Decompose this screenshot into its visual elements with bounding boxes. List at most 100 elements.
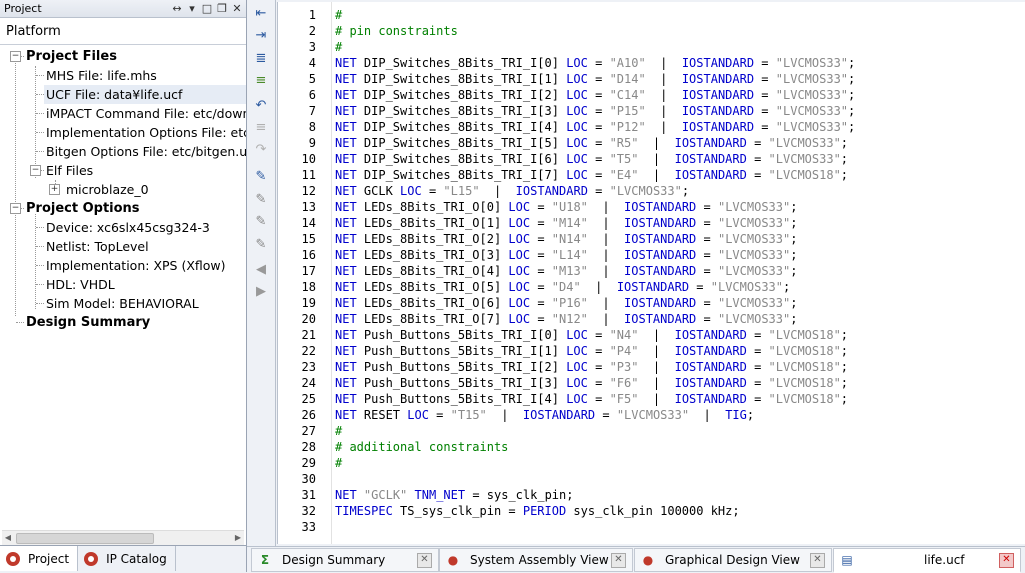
tab-project[interactable]: Project: [0, 546, 79, 571]
line-number: 19: [301, 296, 316, 310]
maximize-icon[interactable]: □: [201, 2, 213, 15]
line-text: NET DIP_Switches_8Bits_TRI_I[5] LOC = "R…: [335, 136, 849, 150]
line-number: 17: [301, 264, 316, 278]
line-number: 16: [301, 248, 316, 262]
line-text: # pin constraints: [335, 24, 458, 38]
line-text: #: [335, 456, 343, 470]
scroll-left-icon[interactable]: ◀: [2, 531, 14, 545]
line-number: 20: [301, 312, 316, 326]
bookmark-clear-icon[interactable]: ✎: [252, 235, 270, 253]
line-number: 13: [301, 200, 316, 214]
line-number: 18: [301, 280, 316, 294]
line-number: 2: [308, 24, 316, 38]
expand-microblaze-icon[interactable]: +: [49, 184, 60, 195]
tree-item-sim-model[interactable]: Sim Model: BEHAVIORAL: [46, 294, 199, 313]
line-text: NET Push_Buttons_5Bits_TRI_I[0] LOC = "N…: [335, 328, 849, 342]
tree-item-implementation[interactable]: Implementation: XPS (Xflow): [46, 256, 226, 275]
line-text: NET Push_Buttons_5Bits_TRI_I[3] LOC = "F…: [335, 376, 849, 390]
redo-icon[interactable]: ↷: [252, 140, 270, 158]
tab-system-assembly-view[interactable]: ● System Assembly View ✕: [439, 548, 633, 572]
tree-item-netlist[interactable]: Netlist: TopLevel: [46, 237, 149, 256]
line-number: 29: [301, 456, 316, 470]
project-panel: Project ↔ ▾ □ ❐ ✕ Platform − − + − Proje…: [0, 0, 247, 572]
line-number: 14: [301, 216, 316, 230]
close-tab-icon[interactable]: ✕: [999, 552, 1014, 568]
forward-icon[interactable]: ▶: [252, 282, 270, 300]
line-number: 27: [301, 424, 316, 438]
line-number: 5: [308, 72, 316, 86]
undo-icon[interactable]: ↶: [252, 96, 270, 114]
system-assembly-icon: ●: [447, 553, 459, 567]
line-text: NET LEDs_8Bits_TRI_O[7] LOC = "N12" | IO…: [335, 312, 798, 326]
tree-item-design-summary[interactable]: Design Summary: [26, 313, 150, 332]
ip-catalog-tab-icon: [84, 551, 99, 566]
line-number: 10: [301, 152, 316, 166]
platform-tab-label: Platform: [6, 23, 61, 39]
project-tree: − − + − Project Files MHS File: life.mhs…: [0, 46, 246, 527]
tree-item-project-options[interactable]: Project Options: [26, 199, 140, 218]
line-number: 24: [301, 376, 316, 390]
line-number: 1: [308, 8, 316, 22]
bookmark-next-icon[interactable]: ✎: [252, 190, 270, 208]
platform-tab[interactable]: Platform: [0, 18, 246, 45]
tree-item-implementation-options-file[interactable]: Implementation Options File: etc/fast_ru…: [46, 123, 246, 142]
scroll-right-icon[interactable]: ▶: [232, 531, 244, 545]
indent-right-icon[interactable]: ⇥: [252, 26, 270, 44]
line-number: 33: [301, 520, 316, 534]
line-text: NET LEDs_8Bits_TRI_O[1] LOC = "M14" | IO…: [335, 216, 798, 230]
line-text: #: [335, 40, 343, 54]
bookmark-prev-icon[interactable]: ✎: [252, 212, 270, 230]
tree-item-mhs-file[interactable]: MHS File: life.mhs: [46, 66, 157, 85]
tab-graphical-design-view[interactable]: ● Graphical Design View ✕: [634, 548, 832, 572]
tree-item-microblaze[interactable]: microblaze_0: [66, 180, 149, 199]
panel-bottom-tabs: Project IP Catalog: [0, 545, 246, 572]
line-text: NET DIP_Switches_8Bits_TRI_I[3] LOC = "P…: [335, 104, 856, 118]
line-number: 26: [301, 408, 316, 422]
line-text: NET LEDs_8Bits_TRI_O[4] LOC = "M13" | IO…: [335, 264, 798, 278]
line-number: 4: [308, 56, 316, 70]
uncomment-icon[interactable]: ≡: [252, 118, 270, 136]
comment-icon[interactable]: ≡: [252, 71, 270, 89]
collapse-project-files-icon[interactable]: −: [10, 51, 21, 62]
line-text: NET RESET LOC = "T15" | IOSTANDARD = "LV…: [335, 408, 755, 422]
tree-item-elf-files[interactable]: Elf Files: [46, 161, 93, 180]
float-icon[interactable]: ↔: [171, 2, 183, 15]
line-text: #: [335, 424, 343, 438]
tab-design-summary[interactable]: Σ Design Summary ✕: [251, 548, 439, 572]
line-text: NET GCLK LOC = "L15" | IOSTANDARD = "LVC…: [335, 184, 690, 198]
line-text: NET DIP_Switches_8Bits_TRI_I[6] LOC = "T…: [335, 152, 849, 166]
close-tab-icon[interactable]: ✕: [611, 552, 626, 568]
close-icon[interactable]: ✕: [231, 2, 243, 15]
line-text: #: [335, 8, 343, 22]
list-icon[interactable]: ≣: [252, 49, 270, 67]
horizontal-scrollbar[interactable]: ◀ ▶: [2, 530, 244, 545]
back-icon[interactable]: ◀: [252, 260, 270, 278]
tab-life-ucf[interactable]: ▤ life.ucf ✕: [833, 548, 1021, 573]
collapse-project-options-icon[interactable]: −: [10, 203, 21, 214]
tree-item-hdl[interactable]: HDL: VHDL: [46, 275, 115, 294]
tree-item-impact-command-file[interactable]: iMPACT Command File: etc/download.cmd: [46, 104, 246, 123]
line-text: NET Push_Buttons_5Bits_TRI_I[2] LOC = "P…: [335, 360, 849, 374]
line-number: 21: [301, 328, 316, 342]
scrollbar-thumb[interactable]: [16, 533, 154, 544]
editor-toolbar: ⇤ ⇥ ≣ ≡ ↶ ≡ ↷ ✎ ✎ ✎ ✎ ◀ ▶: [247, 0, 276, 546]
line-number: 3: [308, 40, 316, 54]
tree-item-bitgen-options-file[interactable]: Bitgen Options File: etc/bitgen.ut: [46, 142, 246, 161]
close-tab-icon[interactable]: ✕: [417, 552, 432, 568]
restore-icon[interactable]: ❐: [216, 2, 228, 15]
line-number: 9: [308, 136, 316, 150]
bookmark-toggle-icon[interactable]: ✎: [252, 167, 270, 185]
line-text: NET LEDs_8Bits_TRI_O[2] LOC = "N14" | IO…: [335, 232, 798, 246]
tab-ip-catalog[interactable]: IP Catalog: [78, 546, 176, 571]
tree-item-ucf-file[interactable]: UCF File: data¥life.ucf: [44, 85, 246, 104]
line-text: NET LEDs_8Bits_TRI_O[5] LOC = "D4" | IOS…: [335, 280, 791, 294]
line-number: 7: [308, 104, 316, 118]
line-text: NET DIP_Switches_8Bits_TRI_I[2] LOC = "C…: [335, 88, 856, 102]
collapse-elf-files-icon[interactable]: −: [30, 165, 41, 176]
indent-left-icon[interactable]: ⇤: [252, 4, 270, 22]
tree-item-device[interactable]: Device: xc6slx45csg324-3: [46, 218, 210, 237]
code-editor[interactable]: 1 #2 # pin constraints 3 #4 NET DIP_Switches_…: [277, 2, 1025, 544]
close-tab-icon[interactable]: ✕: [810, 552, 825, 568]
tree-item-project-files[interactable]: Project Files: [26, 47, 117, 66]
minimize-icon[interactable]: ▾: [186, 2, 198, 15]
